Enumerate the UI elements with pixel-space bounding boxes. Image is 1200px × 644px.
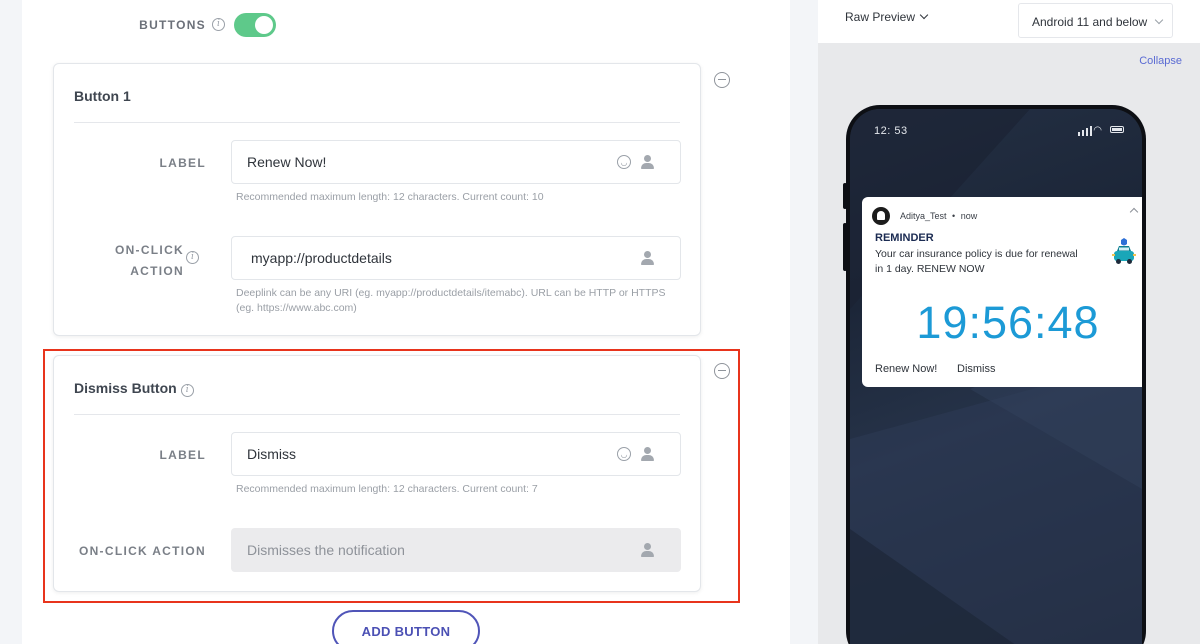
add-button[interactable]: ADD BUTTON bbox=[332, 610, 480, 644]
toggle-knob bbox=[255, 16, 273, 34]
buttons-toggle-row: BUTTONS i bbox=[22, 8, 790, 42]
os-version-value: Android 11 and below bbox=[1032, 15, 1148, 29]
button-1-onclick-input[interactable]: myapp://productdetails bbox=[231, 236, 681, 280]
buttons-toggle-label: BUTTONS bbox=[139, 18, 206, 32]
onclick-hint-line2: (eg. https://www.abc.com) bbox=[236, 302, 357, 314]
notification-body: Your car insurance policy is due for ren… bbox=[875, 248, 1078, 275]
notification-action-dismiss[interactable]: Dismiss bbox=[957, 363, 996, 375]
collapse-link[interactable]: Collapse bbox=[1139, 55, 1182, 67]
emoji-icon[interactable]: ◡ bbox=[617, 155, 631, 169]
os-version-select[interactable]: Android 11 and below bbox=[1018, 3, 1173, 38]
onclick-label-line2: ACTION bbox=[130, 264, 184, 278]
meta-separator: • bbox=[952, 211, 956, 221]
phone-mockup: 12: 53 ◠ Aditya_Test • now REMINDER Your… bbox=[843, 105, 1146, 644]
app-name: Aditya_Test bbox=[900, 211, 947, 221]
phone-screen: 12: 53 ◠ Aditya_Test • now REMINDER Your… bbox=[850, 109, 1142, 644]
remove-button-1-icon[interactable] bbox=[714, 72, 730, 88]
input-value: Renew Now! bbox=[247, 154, 327, 170]
chevron-up-icon[interactable] bbox=[1129, 207, 1139, 217]
signal-icon bbox=[1081, 130, 1084, 136]
push-notification-card[interactable]: Aditya_Test • now REMINDER Your car insu… bbox=[862, 197, 1142, 387]
info-icon[interactable]: i bbox=[186, 251, 199, 264]
personalization-icon[interactable] bbox=[640, 250, 656, 266]
buttons-toggle-switch[interactable] bbox=[234, 13, 276, 37]
label-hint: Recommended maximum length: 12 character… bbox=[236, 191, 544, 203]
signal-icon bbox=[1089, 126, 1092, 136]
preview-panel: Raw Preview Android 11 and below Collaps… bbox=[818, 0, 1200, 644]
onclick-hint: Deeplink can be any URI (eg. myapp://pro… bbox=[236, 286, 666, 316]
notification-time: now bbox=[960, 211, 978, 221]
personalization-icon[interactable] bbox=[640, 154, 656, 170]
onclick-hint-line1: Deeplink can be any URI (eg. myapp://pro… bbox=[236, 287, 666, 299]
phone-side-button bbox=[843, 223, 847, 271]
notification-action-renew[interactable]: Renew Now! bbox=[875, 363, 937, 375]
notification-meta: Aditya_Test • now bbox=[900, 211, 977, 221]
battery-icon bbox=[1110, 126, 1124, 133]
preview-header: Raw Preview Android 11 and below bbox=[818, 0, 1200, 43]
chevron-down-icon bbox=[1154, 15, 1164, 25]
signal-icon bbox=[1085, 128, 1088, 136]
button-1-label-input[interactable]: Renew Now! ◡ bbox=[231, 140, 681, 184]
preview-mode-label: Raw Preview bbox=[845, 10, 916, 24]
onclick-label-line1: ON-CLICK bbox=[114, 243, 184, 257]
status-bar-time: 12: 53 bbox=[874, 125, 908, 137]
preview-mode-dropdown[interactable]: Raw Preview bbox=[845, 10, 929, 24]
label-field-label: LABEL bbox=[159, 156, 206, 170]
chevron-down-icon bbox=[919, 10, 929, 20]
button-1-card: Button 1 LABEL Renew Now! ◡ Recommended … bbox=[53, 63, 701, 336]
status-bar-icons: ◠ bbox=[1064, 124, 1124, 136]
input-value: myapp://productdetails bbox=[251, 250, 392, 266]
highlight-box bbox=[43, 349, 740, 603]
wifi-icon: ◠ bbox=[1093, 125, 1102, 136]
countdown-timer: 19:56:48 bbox=[916, 297, 1100, 348]
button-1-title: Button 1 bbox=[74, 88, 131, 104]
divider bbox=[74, 122, 680, 123]
info-icon[interactable]: i bbox=[212, 18, 225, 31]
onclick-field-label: ON-CLICK ACTION bbox=[94, 240, 184, 282]
signal-icon bbox=[1077, 132, 1080, 136]
notification-title: REMINDER bbox=[875, 232, 934, 244]
phone-side-button bbox=[843, 183, 847, 209]
buttons-editor-panel: BUTTONS i Button 1 LABEL Renew Now! ◡ Re… bbox=[22, 0, 790, 644]
android-app-icon bbox=[872, 207, 890, 225]
car-insurance-icon bbox=[1112, 238, 1136, 264]
